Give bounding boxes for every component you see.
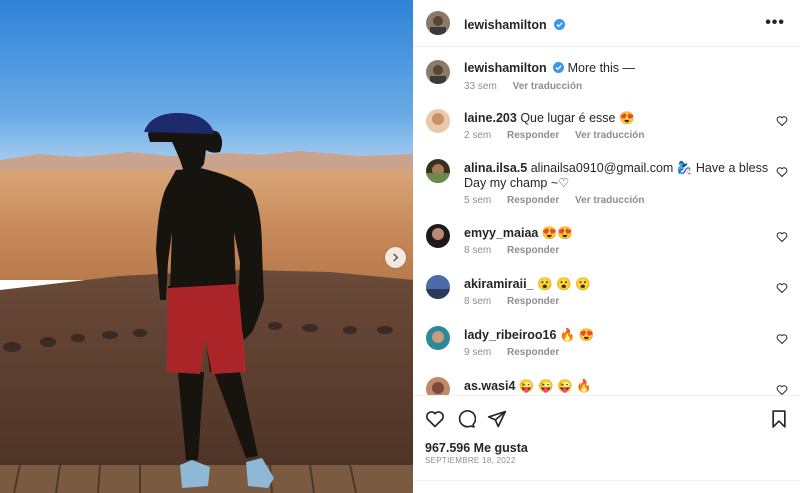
- comment-text: Que lugar é esse 😍: [520, 111, 635, 125]
- comment-text: 😮 😮 😮: [536, 277, 591, 291]
- likes-count[interactable]: 967.596 Me gusta: [425, 441, 528, 455]
- heart-icon[interactable]: [776, 384, 788, 395]
- comment-time: 2 sem: [464, 130, 492, 141]
- author-username[interactable]: lewishamilton: [464, 18, 547, 32]
- comment-time: 8 sem: [464, 245, 492, 256]
- comment-item: akiramiraii_ 😮 😮 😮 8 sem Responder: [413, 275, 800, 315]
- comment-item: lady_ribeiroo16 🔥 😍 9 sem Responder: [413, 326, 800, 366]
- reply-button[interactable]: Responder: [507, 195, 559, 206]
- commenter-avatar[interactable]: [426, 159, 450, 183]
- post-photo: [0, 0, 413, 493]
- caption-time: 33 sem: [464, 81, 497, 92]
- comment-item: laine.203 Que lugar é esse 😍 2 sem Respo…: [413, 109, 800, 149]
- more-options-icon[interactable]: •••: [765, 14, 785, 32]
- commenter-avatar[interactable]: [426, 224, 450, 248]
- comment-icon[interactable]: [456, 409, 476, 429]
- comment-item: emyy_maiaa 😍😍 8 sem Responder: [413, 224, 800, 264]
- heart-icon[interactable]: [776, 231, 788, 243]
- comment-time: 9 sem: [464, 347, 492, 358]
- translate-button[interactable]: Ver traducción: [575, 195, 644, 206]
- reply-button[interactable]: Responder: [507, 130, 559, 141]
- reply-button[interactable]: Responder: [507, 245, 559, 256]
- reply-button[interactable]: Responder: [507, 347, 559, 358]
- verified-badge-icon: [554, 19, 566, 30]
- comment-username[interactable]: laine.203: [464, 111, 517, 125]
- comment-item: as.wasi4 😜 😜 😜 🔥: [413, 377, 800, 395]
- comment-username[interactable]: as.wasi4: [464, 379, 515, 393]
- post-actions: 967.596 Me gusta SEPTIEMBRE 18, 2022: [413, 395, 800, 493]
- next-image-button[interactable]: [385, 247, 406, 268]
- comment-time: 5 sem: [464, 195, 492, 206]
- commenter-avatar[interactable]: [426, 326, 450, 350]
- heart-icon[interactable]: [776, 166, 788, 178]
- heart-icon[interactable]: [425, 409, 445, 429]
- comment-time: 8 sem: [464, 296, 492, 307]
- author-avatar[interactable]: [426, 11, 450, 35]
- comment-text: 😜 😜 😜 🔥: [518, 379, 592, 393]
- heart-icon[interactable]: [776, 333, 788, 345]
- caption-translate-button[interactable]: Ver traducción: [513, 81, 582, 92]
- chevron-right-icon: [393, 253, 399, 262]
- post-date: SEPTIEMBRE 18, 2022: [425, 456, 516, 465]
- comment-username[interactable]: emyy_maiaa: [464, 226, 538, 240]
- comment-item: alina.ilsa.5 alinailsa0910@gmail.com 🧞‍♀…: [413, 159, 800, 211]
- translate-button[interactable]: Ver traducción: [575, 130, 644, 141]
- verified-badge-icon: [553, 62, 565, 73]
- send-icon[interactable]: [487, 409, 507, 429]
- comment-username[interactable]: lady_ribeiroo16: [464, 328, 556, 342]
- commenter-avatar[interactable]: [426, 377, 450, 395]
- heart-icon[interactable]: [776, 282, 788, 294]
- add-comment-bar[interactable]: [413, 480, 800, 493]
- post-details-panel: lewishamilton ••• lewishamilton More thi…: [413, 0, 800, 493]
- reply-button[interactable]: Responder: [507, 296, 559, 307]
- comment-text: 🔥 😍: [559, 328, 595, 342]
- author-avatar[interactable]: [426, 60, 450, 84]
- commenter-avatar[interactable]: [426, 109, 450, 133]
- commenter-avatar[interactable]: [426, 275, 450, 299]
- caption-text: More this —: [567, 61, 636, 75]
- desert-photo: [0, 0, 413, 493]
- heart-icon[interactable]: [776, 115, 788, 127]
- bookmark-icon[interactable]: [769, 409, 789, 429]
- comment-username[interactable]: alina.ilsa.5: [464, 161, 527, 175]
- comment-username[interactable]: akiramiraii_: [464, 277, 534, 291]
- post-caption: lewishamilton More this — 33 sem Ver tra…: [413, 58, 800, 98]
- post-header: lewishamilton •••: [413, 0, 800, 47]
- comment-text: 😍😍: [541, 226, 573, 240]
- caption-username[interactable]: lewishamilton: [464, 61, 547, 75]
